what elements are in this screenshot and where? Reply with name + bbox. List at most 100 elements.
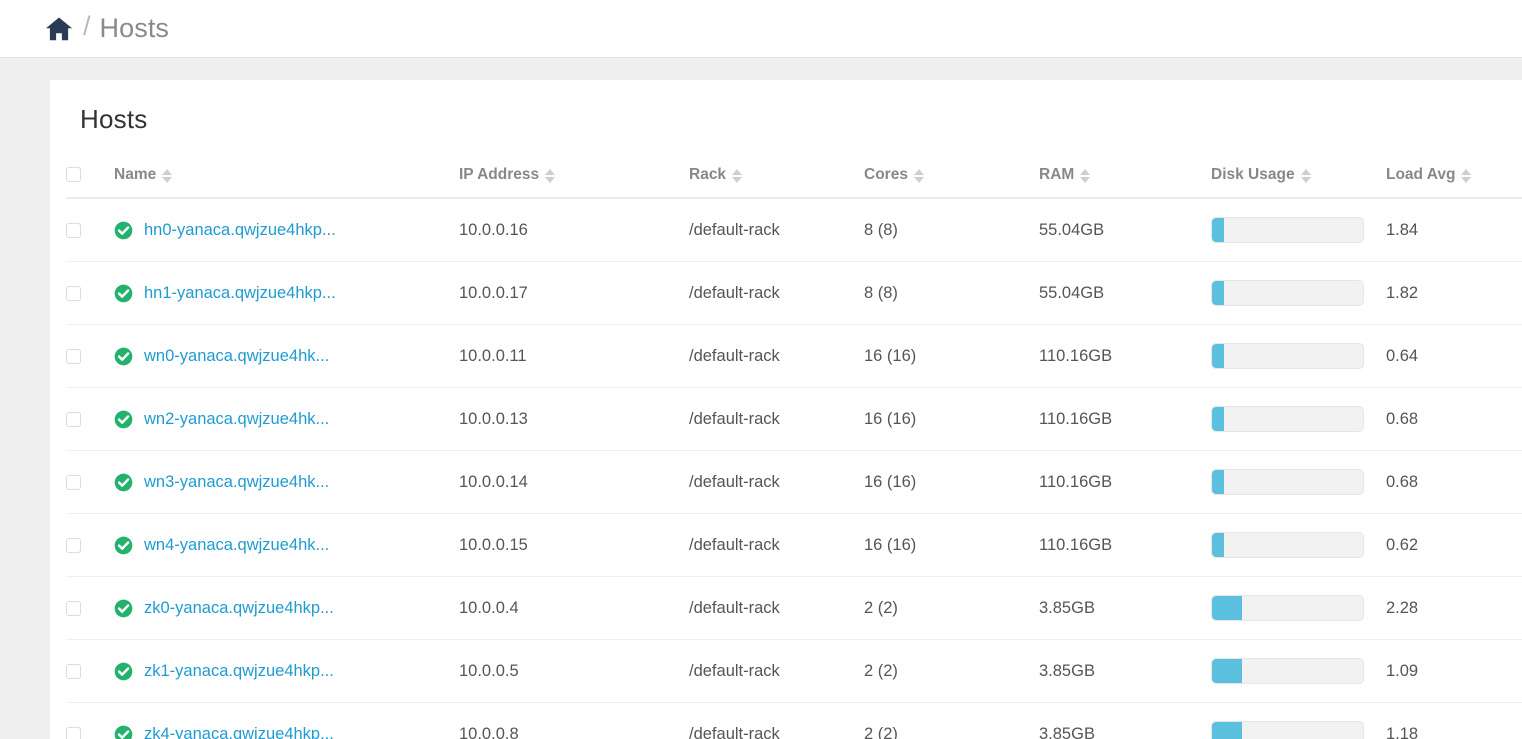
ip-address-cell: 10.0.0.11 [459, 324, 689, 388]
table-row[interactable]: wn2-yanaca.qwjzue4hk... 10.0.0.13/default… [66, 387, 1522, 451]
row-select-cell [66, 324, 114, 388]
column-header-ram[interactable]: RAM [1039, 166, 1211, 199]
column-header-rack[interactable]: Rack [689, 166, 864, 199]
column-header-cores[interactable]: Cores [864, 166, 1039, 199]
table-row[interactable]: zk4-yanaca.qwjzue4hkp... 10.0.0.8/default… [66, 702, 1522, 739]
row-select-checkbox[interactable] [66, 474, 81, 490]
table-row[interactable]: zk1-yanaca.qwjzue4hkp... 10.0.0.5/default… [66, 639, 1522, 703]
disk-usage-bar-fill [1212, 344, 1225, 368]
disk-usage-bar [1211, 532, 1364, 558]
ip-address-cell: 10.0.0.8 [459, 702, 689, 739]
row-select-checkbox[interactable] [66, 600, 81, 616]
row-select-checkbox[interactable] [66, 348, 81, 364]
row-select-checkbox[interactable] [66, 222, 81, 238]
table-row[interactable]: wn0-yanaca.qwjzue4hk... 10.0.0.11/default… [66, 324, 1522, 388]
cores-cell: 16 (16) [864, 450, 1039, 514]
ip-address-cell: 10.0.0.16 [459, 198, 689, 262]
disk-usage-bar-fill [1212, 533, 1225, 557]
row-select-checkbox[interactable] [66, 285, 81, 301]
ip-address-cell: 10.0.0.13 [459, 387, 689, 451]
column-header-name[interactable]: Name [114, 166, 459, 199]
load-avg-cell: 0.64 [1386, 324, 1522, 388]
host-name-cell: zk4-yanaca.qwjzue4hkp... [114, 702, 459, 739]
row-select-checkbox[interactable] [66, 726, 81, 739]
column-header-ip-address[interactable]: IP Address [459, 166, 689, 199]
select-all-header [66, 166, 114, 199]
table-row[interactable]: wn4-yanaca.qwjzue4hk... 10.0.0.15/default… [66, 513, 1522, 577]
load-avg-cell: 2.28 [1386, 576, 1522, 640]
disk-usage-bar [1211, 406, 1364, 432]
sort-icon-cores[interactable] [913, 169, 924, 183]
breadcrumb-home-link[interactable] [44, 14, 74, 44]
column-label-cores: Cores [864, 166, 908, 183]
disk-usage-bar [1211, 658, 1364, 684]
load-avg-cell: 0.68 [1386, 387, 1522, 451]
sort-icon-rack[interactable] [732, 169, 743, 183]
column-header-disk-usage[interactable]: Disk Usage [1211, 166, 1386, 199]
load-avg-cell: 0.62 [1386, 513, 1522, 577]
breadcrumb-current: Hosts [99, 13, 170, 43]
disk-usage-bar-fill [1212, 407, 1225, 431]
cores-cell: 8 (8) [864, 261, 1039, 325]
host-name-cell: hn1-yanaca.qwjzue4hkp... [114, 261, 459, 325]
host-name-link[interactable]: hn0-yanaca.qwjzue4hkp... [144, 221, 336, 240]
column-label-name: Name [114, 166, 157, 183]
row-select-cell [66, 576, 114, 640]
status-healthy-icon [114, 599, 133, 617]
column-label-rack: Rack [689, 166, 727, 183]
host-name-cell: wn2-yanaca.qwjzue4hk... [114, 387, 459, 451]
status-healthy-icon [114, 284, 133, 302]
column-label-ram: RAM [1039, 166, 1075, 183]
rack-cell: /default-rack [689, 576, 864, 640]
table-row[interactable]: hn0-yanaca.qwjzue4hkp... 10.0.0.16/defaul… [66, 198, 1522, 262]
row-select-checkbox[interactable] [66, 411, 81, 427]
rack-cell: /default-rack [689, 261, 864, 325]
disk-usage-cell [1211, 198, 1386, 262]
ip-address-cell: 10.0.0.17 [459, 261, 689, 325]
host-name-link[interactable]: zk0-yanaca.qwjzue4hkp... [144, 599, 334, 618]
column-label-ip-address: IP Address [459, 166, 540, 183]
disk-usage-cell [1211, 450, 1386, 514]
disk-usage-cell [1211, 513, 1386, 577]
disk-usage-bar-fill [1212, 218, 1225, 242]
sort-icon-ram[interactable] [1080, 169, 1091, 183]
host-name-link[interactable]: wn4-yanaca.qwjzue4hk... [144, 536, 329, 555]
host-name-link[interactable]: wn2-yanaca.qwjzue4hk... [144, 410, 329, 429]
table-row[interactable]: wn3-yanaca.qwjzue4hk... 10.0.0.14/default… [66, 450, 1522, 514]
host-name-link[interactable]: wn0-yanaca.qwjzue4hk... [144, 347, 329, 366]
host-name-cell: zk0-yanaca.qwjzue4hkp... [114, 576, 459, 640]
host-name-cell: wn3-yanaca.qwjzue4hk... [114, 450, 459, 514]
disk-usage-bar-fill [1212, 659, 1243, 683]
load-avg-cell: 1.84 [1386, 198, 1522, 262]
select-all-checkbox[interactable] [66, 167, 81, 183]
host-name-cell: wn0-yanaca.qwjzue4hk... [114, 324, 459, 388]
sort-icon-ip-address[interactable] [545, 169, 556, 183]
status-healthy-icon [114, 536, 133, 554]
sort-icon-disk-usage[interactable] [1300, 169, 1311, 183]
host-name-link[interactable]: zk4-yanaca.qwjzue4hkp... [144, 725, 334, 739]
row-select-cell [66, 387, 114, 451]
ram-cell: 3.85GB [1039, 576, 1211, 640]
load-avg-cell: 1.18 [1386, 702, 1522, 739]
row-select-checkbox[interactable] [66, 663, 81, 679]
disk-usage-bar [1211, 217, 1364, 243]
host-name-link[interactable]: hn1-yanaca.qwjzue4hkp... [144, 284, 336, 303]
row-select-checkbox[interactable] [66, 537, 81, 553]
disk-usage-bar-fill [1212, 596, 1243, 620]
ram-cell: 55.04GB [1039, 261, 1211, 325]
cores-cell: 16 (16) [864, 387, 1039, 451]
disk-usage-cell [1211, 261, 1386, 325]
rack-cell: /default-rack [689, 702, 864, 739]
disk-usage-cell [1211, 702, 1386, 739]
column-header-load-avg[interactable]: Load Avg [1386, 166, 1522, 199]
sort-icon-load-avg[interactable] [1461, 169, 1472, 183]
sort-icon-name[interactable] [162, 169, 173, 183]
host-name-link[interactable]: zk1-yanaca.qwjzue4hkp... [144, 662, 334, 681]
disk-usage-cell [1211, 576, 1386, 640]
hosts-card: Hosts Name IP Address Rack Cores RAM Dis… [50, 80, 1522, 739]
status-healthy-icon [114, 725, 133, 739]
ip-address-cell: 10.0.0.15 [459, 513, 689, 577]
table-row[interactable]: zk0-yanaca.qwjzue4hkp... 10.0.0.4/default… [66, 576, 1522, 640]
table-row[interactable]: hn1-yanaca.qwjzue4hkp... 10.0.0.17/defaul… [66, 261, 1522, 325]
host-name-link[interactable]: wn3-yanaca.qwjzue4hk... [144, 473, 329, 492]
